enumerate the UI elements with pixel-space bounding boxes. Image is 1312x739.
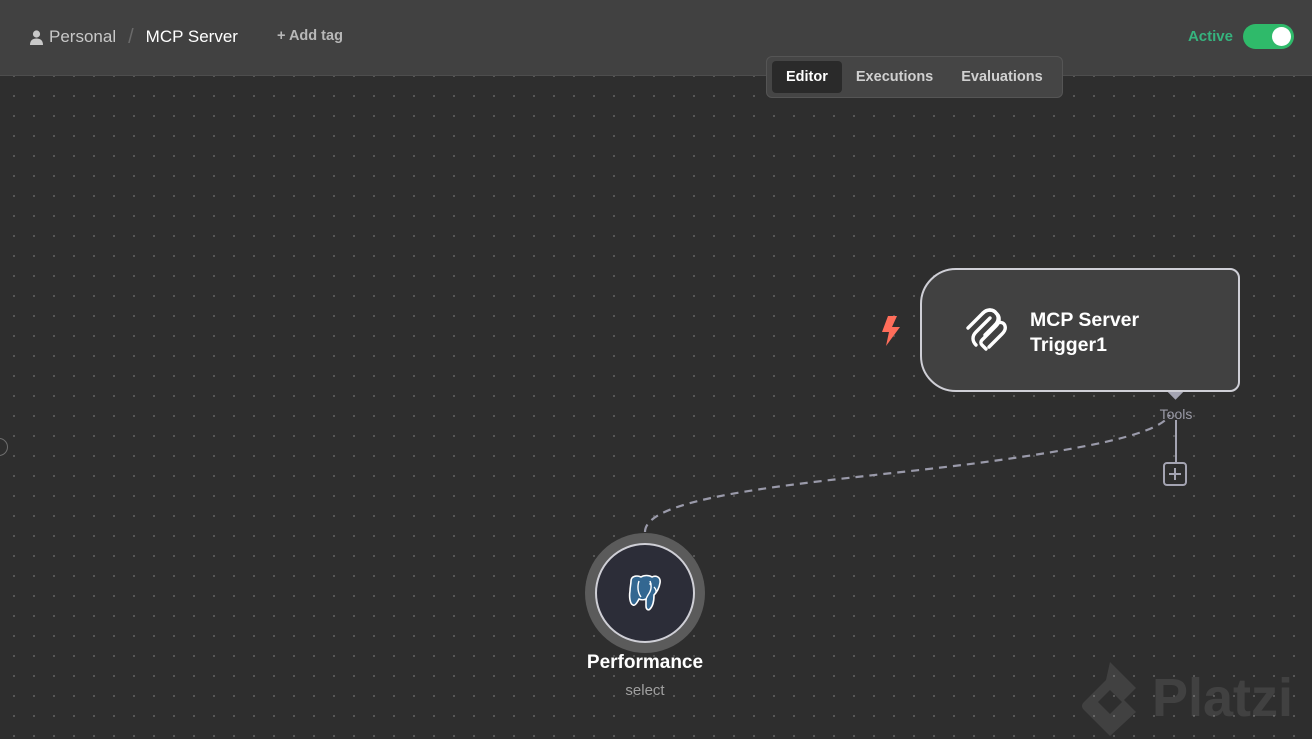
active-toggle-group: Active: [1188, 24, 1294, 49]
breadcrumb-project-link[interactable]: Personal: [49, 27, 116, 47]
breadcrumb: Personal / MCP Server: [30, 26, 238, 48]
toggle-knob: [1272, 27, 1291, 46]
tools-output-label: Tools: [1159, 406, 1193, 422]
breadcrumb-separator: /: [128, 25, 134, 48]
tab-evaluations[interactable]: Evaluations: [947, 61, 1056, 93]
active-label: Active: [1187, 28, 1233, 45]
performance-tool-node[interactable]: [585, 533, 705, 653]
active-toggle[interactable]: [1243, 24, 1294, 49]
tab-editor[interactable]: Editor: [772, 61, 842, 93]
tool-node-title: Performance: [586, 652, 704, 673]
mcp-server-trigger-node[interactable]: MCP Server Trigger1: [920, 268, 1240, 392]
add-tag-button[interactable]: + Add tag: [277, 28, 343, 44]
trigger-title-line1: MCP Server: [1030, 309, 1140, 331]
platzi-watermark-logo: Platzi: [1082, 662, 1293, 736]
tool-connection-edge: [643, 414, 1171, 533]
tool-node-inner: [595, 543, 695, 643]
trigger-node-title: MCP Server Trigger1: [1030, 308, 1220, 358]
user-icon: [30, 29, 43, 45]
workflow-editor-page: Personal / MCP Server + Add tag Active E…: [0, 0, 1312, 739]
view-tabs: Editor Executions Evaluations: [766, 56, 1063, 98]
add-tool-button[interactable]: [1163, 462, 1187, 486]
workflow-name[interactable]: MCP Server: [146, 27, 238, 47]
lightning-bolt-icon: [882, 316, 900, 346]
trigger-title-line2: Trigger1: [1030, 334, 1107, 356]
canvas-left-handle[interactable]: [0, 438, 8, 456]
top-header: Personal / MCP Server + Add tag Active: [0, 0, 1312, 76]
tab-executions[interactable]: Executions: [842, 61, 947, 93]
svg-text:Platzi: Platzi: [1152, 668, 1293, 728]
mcp-icon: [966, 308, 1007, 351]
postgres-elephant-icon: [628, 574, 661, 611]
tool-node-subtitle: select: [625, 682, 665, 699]
